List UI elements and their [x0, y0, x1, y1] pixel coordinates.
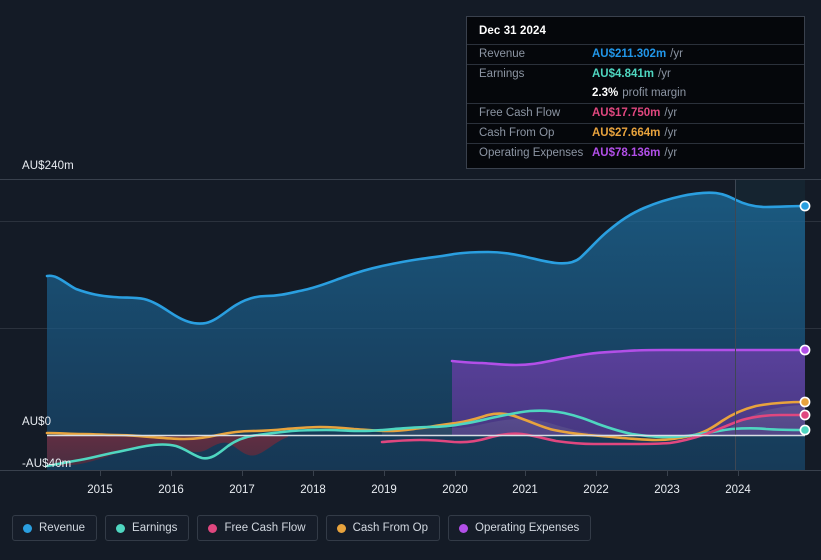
- tooltip-value-cash-from-op: AU$27.664m: [592, 127, 661, 139]
- x-axis-label-2023: 2023: [654, 484, 680, 496]
- tooltip-unit-operating-expenses: /yr: [664, 147, 678, 159]
- y-axis-label-bottom: -AU$40m: [22, 458, 72, 470]
- legend-label-earnings: Earnings: [132, 522, 178, 534]
- endpoint-earnings: [799, 424, 811, 436]
- tooltip-unit-earnings: /yr: [658, 68, 671, 80]
- tooltip-key-operating-expenses: Operating Expenses: [479, 147, 584, 159]
- legend-label-free-cash-flow: Free Cash Flow: [224, 522, 306, 534]
- tooltip-date: Dec 31 2024: [479, 25, 546, 37]
- y-axis-label-zero: AU$0: [22, 416, 52, 428]
- legend-item-free-cash-flow[interactable]: Free Cash Flow: [197, 515, 318, 541]
- tooltip-unit-free-cash-flow: /yr: [664, 107, 678, 119]
- tooltip-row-earnings: Earnings AU$4.841m /yr: [467, 64, 804, 84]
- chart-legend: Revenue Earnings Free Cash Flow Cash Fro…: [12, 515, 592, 541]
- tooltip-value-revenue: AU$211.302m: [592, 48, 667, 60]
- legend-dot-earnings: [116, 523, 126, 533]
- legend-label-revenue: Revenue: [39, 522, 86, 534]
- tooltip-row-operating-expenses: Operating Expenses AU$78.136m /yr: [467, 143, 804, 163]
- tooltip-value-operating-expenses: AU$78.136m: [592, 147, 661, 159]
- endpoint-free-cash-flow: [799, 409, 811, 421]
- legend-dot-operating-expenses: [459, 523, 469, 533]
- chart-screen: AU$240m AU$0 -AU$40m 2015 2016 2017 2018…: [0, 0, 821, 560]
- x-axis-label-2021: 2021: [512, 484, 538, 496]
- tooltip-unit-revenue: /yr: [670, 48, 683, 60]
- tooltip-unit-profit-margin: profit margin: [622, 87, 687, 99]
- tooltip-key-earnings: Earnings: [479, 68, 525, 80]
- legend-dot-revenue: [23, 523, 32, 533]
- legend-item-revenue[interactable]: Revenue: [12, 515, 98, 541]
- legend-label-operating-expenses: Operating Expenses: [475, 522, 580, 534]
- x-axis-label-2015: 2015: [87, 484, 113, 496]
- tooltip-value-profit-margin: 2.3%: [592, 87, 619, 99]
- chart-tooltip: Dec 31 2024 Revenue AU$211.302m /yr Earn…: [466, 16, 805, 169]
- legend-dot-cash-from-op: [336, 523, 346, 533]
- x-axis-label-2019: 2019: [371, 484, 397, 496]
- tooltip-value-earnings: AU$4.841m: [592, 68, 655, 80]
- tooltip-row-cash-from-op: Cash From Op AU$27.664m /yr: [467, 123, 804, 143]
- x-axis-label-2018: 2018: [300, 484, 326, 496]
- tooltip-row-free-cash-flow: Free Cash Flow AU$17.750m /yr: [467, 103, 804, 123]
- tooltip-key-free-cash-flow: Free Cash Flow: [479, 107, 561, 119]
- legend-item-operating-expenses[interactable]: Operating Expenses: [448, 515, 592, 541]
- tooltip-row-profit-margin: 2.3% profit margin: [467, 84, 804, 103]
- tooltip-unit-cash-from-op: /yr: [664, 127, 678, 139]
- x-axis-label-2022: 2022: [583, 484, 609, 496]
- tooltip-value-free-cash-flow: AU$17.750m: [592, 107, 661, 119]
- endpoint-operating-expenses: [799, 344, 811, 356]
- tooltip-key-revenue: Revenue: [479, 48, 526, 60]
- x-axis-label-2017: 2017: [229, 484, 255, 496]
- tooltip-key-cash-from-op: Cash From Op: [479, 127, 555, 139]
- x-axis-label-2020: 2020: [442, 484, 468, 496]
- x-axis-label-2024: 2024: [725, 484, 751, 496]
- endpoint-revenue: [799, 200, 811, 212]
- legend-item-cash-from-op[interactable]: Cash From Op: [325, 515, 441, 541]
- legend-item-earnings[interactable]: Earnings: [105, 515, 190, 541]
- legend-dot-free-cash-flow: [208, 523, 218, 533]
- endpoint-cash-from-op: [799, 396, 811, 408]
- y-axis-label-top: AU$240m: [22, 160, 74, 172]
- x-axis-label-2016: 2016: [158, 484, 184, 496]
- legend-label-cash-from-op: Cash From Op: [352, 522, 429, 534]
- tooltip-row-revenue: Revenue AU$211.302m /yr: [467, 44, 804, 64]
